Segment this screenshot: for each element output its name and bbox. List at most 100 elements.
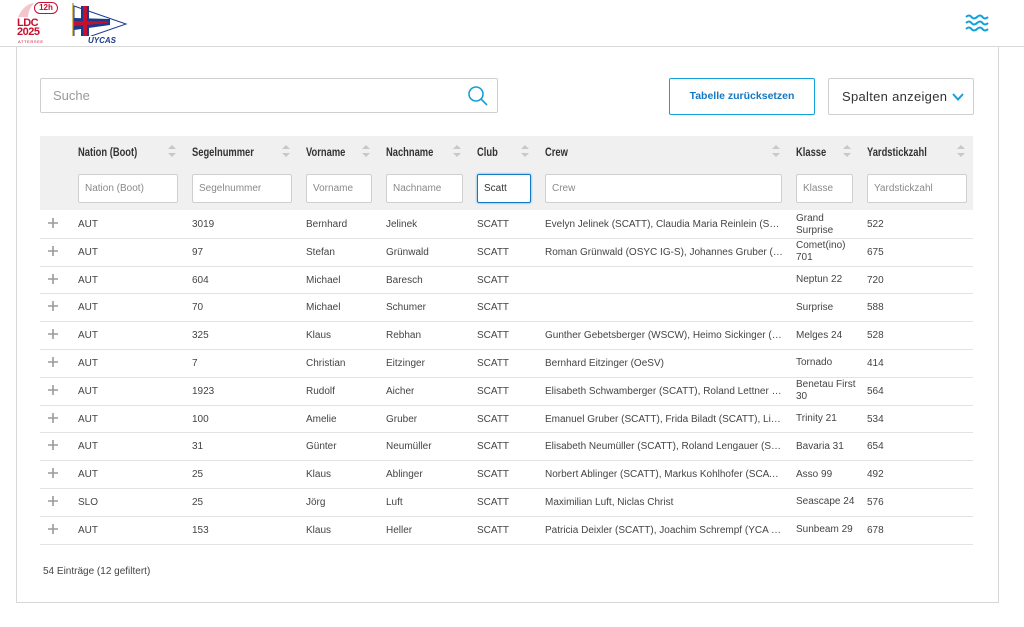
cell-crew: Gunther Gebetsberger (WSCW), Heimo Sicki… xyxy=(545,330,783,342)
filter-klasse[interactable] xyxy=(796,174,853,203)
cell-segelnummer: 25 xyxy=(192,496,204,508)
search-box xyxy=(40,78,498,113)
col-header-yardstickzahl[interactable]: Yardstickzahl xyxy=(867,145,927,159)
expand-row-plus-icon[interactable] xyxy=(47,300,59,312)
table-row[interactable]: AUT 7 Christian Eitzinger SCATT Bernhard Eitz… xyxy=(40,350,973,378)
cell-nachname: Schumer xyxy=(386,302,427,314)
cell-segelnummer: 31 xyxy=(192,441,204,453)
cell-segelnummer: 7 xyxy=(192,357,198,369)
table-row[interactable]: AUT 70 Michael Schumer SCATT Surprise 588 xyxy=(40,294,973,323)
cell-crew: Norbert Ablinger (SCATT), Markus Kohlhof… xyxy=(545,469,783,481)
cell-yardstickzahl: 675 xyxy=(867,246,884,258)
cell-vorname: Christian xyxy=(306,357,346,369)
cell-klasse: Asso 99 xyxy=(796,468,833,480)
expand-row-plus-icon[interactable] xyxy=(47,412,59,424)
col-header-klasse[interactable]: Klasse xyxy=(796,145,826,159)
cell-nation: SLO xyxy=(78,496,99,508)
sort-icon[interactable] xyxy=(771,143,781,159)
cell-nation: AUT xyxy=(78,330,98,342)
expand-row-plus-icon[interactable] xyxy=(47,245,59,257)
sort-icon[interactable] xyxy=(361,143,371,159)
filter-yardstickzahl[interactable] xyxy=(867,174,967,203)
cell-vorname: Jörg xyxy=(306,496,326,508)
expand-row-plus-icon[interactable] xyxy=(47,439,59,451)
sort-icon[interactable] xyxy=(842,143,852,159)
cell-segelnummer: 3019 xyxy=(192,219,215,230)
cell-vorname: Bernhard xyxy=(306,219,348,230)
filter-nation[interactable] xyxy=(78,174,178,203)
col-header-crew[interactable]: Crew xyxy=(545,145,568,159)
table-row[interactable]: AUT 325 Klaus Rebhan SCATT Gunther Gebetsberg… xyxy=(40,322,973,350)
cell-club: SCATT xyxy=(477,469,510,481)
expand-row-plus-icon[interactable] xyxy=(47,495,59,507)
cell-klasse: Sunbeam 29 xyxy=(796,524,853,536)
filter-club[interactable] xyxy=(477,174,531,203)
cell-nation: AUT xyxy=(78,385,98,397)
col-header-segelnummer[interactable]: Segelnummer xyxy=(192,145,254,159)
expand-row-plus-icon[interactable] xyxy=(47,467,59,479)
cell-nachname: Luft xyxy=(386,496,403,508)
cell-yardstickzahl: 588 xyxy=(867,302,884,314)
cell-klasse: Neptun 22 xyxy=(796,274,843,286)
cell-vorname: Günter xyxy=(306,441,337,453)
filter-vorname[interactable] xyxy=(306,174,372,203)
cell-club: SCATT xyxy=(477,496,510,508)
cell-segelnummer: 25 xyxy=(192,469,204,481)
cell-nation: AUT xyxy=(78,302,98,314)
cell-yardstickzahl: 414 xyxy=(867,357,884,369)
table-row[interactable]: AUT 25 Klaus Ablinger SCATT Norbert Ablinger … xyxy=(40,461,973,489)
sort-icon[interactable] xyxy=(520,143,530,159)
table-row[interactable]: SLO 25 Jörg Luft SCATT Maximilian Luft, Nicla… xyxy=(40,489,973,517)
search-icon[interactable] xyxy=(467,85,489,107)
expand-row-plus-icon[interactable] xyxy=(47,328,59,340)
cell-club: SCATT xyxy=(477,441,510,453)
expand-row-plus-icon[interactable] xyxy=(47,273,59,285)
table-row[interactable]: AUT 3019 Bernhard Jelinek SCATT Evelyn Jeline… xyxy=(40,211,973,239)
cell-club: SCATT xyxy=(477,385,510,397)
cell-nachname: Baresch xyxy=(386,274,423,286)
col-header-nation[interactable]: Nation (Boot) xyxy=(78,145,137,159)
cell-crew: Maximilian Luft, Niclas Christ xyxy=(545,496,674,508)
chevron-down-icon xyxy=(952,93,964,101)
sort-icon[interactable] xyxy=(956,143,966,159)
cell-nation: AUT xyxy=(78,246,98,258)
cell-club: SCATT xyxy=(477,330,510,342)
table-row[interactable]: AUT 31 Günter Neumüller SCATT Elisabeth Neumü… xyxy=(40,433,973,462)
table-row[interactable]: AUT 1923 Rudolf Aicher SCATT Elisabeth Schwam… xyxy=(40,378,973,406)
table-row[interactable]: AUT 97 Stefan Grünwald SCATT Roman Grünwald (… xyxy=(40,239,973,267)
search-input[interactable] xyxy=(41,79,461,112)
sort-icon[interactable] xyxy=(452,143,462,159)
cell-nachname: Grünwald xyxy=(386,246,429,258)
cell-yardstickzahl: 528 xyxy=(867,330,884,342)
col-header-club[interactable]: Club xyxy=(477,145,498,159)
cell-yardstickzahl: 522 xyxy=(867,219,884,230)
cell-vorname: Klaus xyxy=(306,524,332,536)
expand-row-plus-icon[interactable] xyxy=(47,523,59,535)
table-row[interactable]: AUT 604 Michael Baresch SCATT Neptun 22 720 xyxy=(40,267,973,295)
reset-table-button[interactable]: Tabelle zurücksetzen xyxy=(669,78,815,115)
menu-waves-icon[interactable] xyxy=(964,13,990,33)
cell-yardstickzahl: 564 xyxy=(867,385,884,397)
expand-row-plus-icon[interactable] xyxy=(47,384,59,396)
cell-nachname: Neumüller xyxy=(386,441,432,453)
filter-segelnummer[interactable] xyxy=(192,174,292,203)
ldc-2025-logo[interactable]: 12h LDC 2025 ATTERSEE xyxy=(14,2,60,44)
cell-nachname: Gruber xyxy=(386,413,418,425)
expand-row-plus-icon[interactable] xyxy=(47,217,59,229)
cell-segelnummer: 1923 xyxy=(192,385,215,397)
cell-klasse: Surprise xyxy=(796,301,834,313)
sort-icon[interactable] xyxy=(167,143,177,159)
filter-nachname[interactable] xyxy=(386,174,463,203)
sort-icon[interactable] xyxy=(281,143,291,159)
cell-vorname: Amelie xyxy=(306,413,337,425)
club-logo[interactable]: UYCAS xyxy=(70,2,130,45)
col-header-nachname[interactable]: Nachname xyxy=(386,145,433,159)
table-row[interactable]: AUT 153 Klaus Heller SCATT Patricia Deixler (… xyxy=(40,517,973,545)
cell-crew: Bernhard Eitzinger (OeSV) xyxy=(545,357,664,369)
table-row[interactable]: AUT 100 Amelie Gruber SCATT Emanuel Gruber (S… xyxy=(40,406,973,434)
expand-row-plus-icon[interactable] xyxy=(47,356,59,368)
filter-crew[interactable] xyxy=(545,174,782,203)
col-header-vorname[interactable]: Vorname xyxy=(306,145,345,159)
cell-crew: Elisabeth Neumüller (SCATT), Roland Leng… xyxy=(545,441,783,453)
show-columns-dropdown[interactable]: Spalten anzeigen xyxy=(828,78,974,115)
